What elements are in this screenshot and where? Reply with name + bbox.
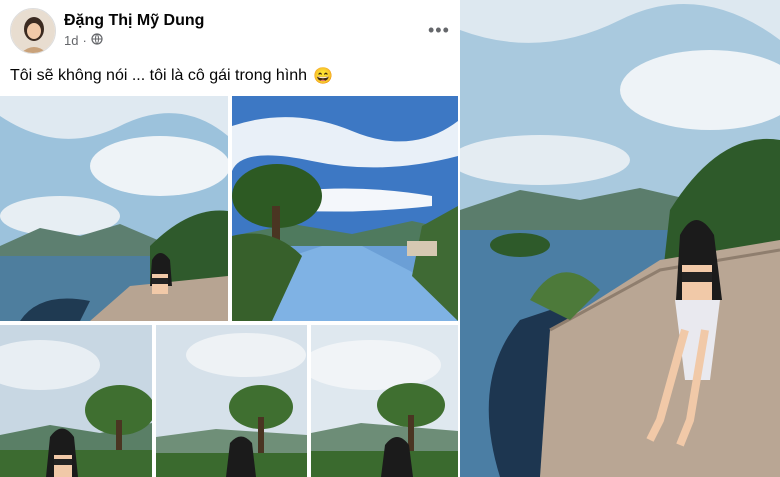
photo-girl-trees-3[interactable] — [311, 325, 458, 477]
photo-girl-trees-2[interactable] — [156, 325, 307, 477]
caption-text: Tôi sẽ không nói ... tôi là cô gái trong… — [10, 67, 308, 84]
post-caption: Tôi sẽ không nói ... tôi là cô gái trong… — [10, 66, 333, 86]
photo-large-lake-girl-rocks[interactable] — [460, 0, 780, 477]
globe-icon[interactable] — [91, 33, 103, 48]
grinning-emoji-icon: 😄 — [313, 68, 333, 85]
avatar[interactable] — [10, 8, 56, 54]
more-dots-icon[interactable]: ••• — [428, 20, 450, 41]
post-time[interactable]: 1d — [64, 33, 78, 48]
post-meta: 1d · — [64, 33, 103, 48]
facebook-post: Đặng Thị Mỹ Dung 1d · ••• Tôi sẽ không n… — [0, 0, 458, 477]
photo-lake-girl-rocks[interactable] — [0, 96, 228, 321]
photo-sky-river-lake[interactable] — [232, 96, 458, 321]
author-name[interactable]: Đặng Thị Mỹ Dung — [64, 12, 204, 30]
photo-girl-trees-1[interactable] — [0, 325, 152, 477]
